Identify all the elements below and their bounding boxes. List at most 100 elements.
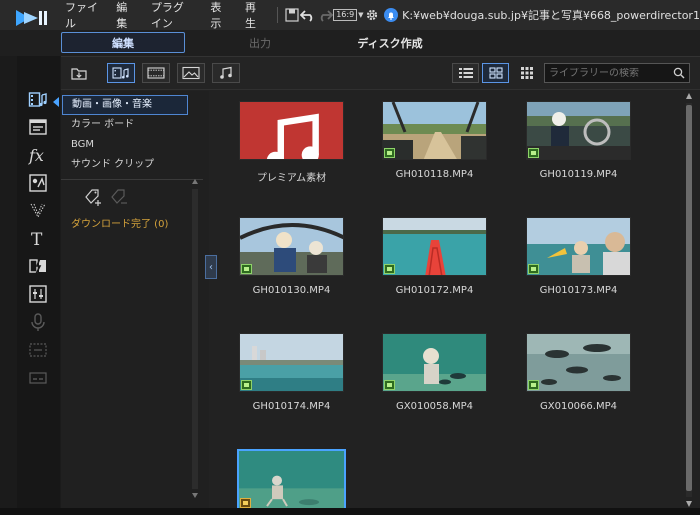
aspect-ratio-value: 16:9 (333, 9, 358, 21)
library-search-box[interactable] (544, 63, 690, 83)
video-clip-icon (528, 148, 539, 158)
menu-view[interactable]: 表示 (201, 0, 236, 31)
video-thumbnail[interactable] (526, 101, 631, 160)
scroll-up-arrow[interactable] (686, 93, 692, 99)
filter-audio-button[interactable] (212, 63, 240, 83)
media-tile[interactable]: GH010130.MP4 (239, 207, 347, 315)
video-thumbnail[interactable] (382, 333, 487, 392)
category-color-board[interactable]: カラー ボード (61, 115, 209, 135)
media-tile[interactable]: GX010058.MP4 (382, 323, 490, 431)
project-path-text: K:¥web¥douga.sub.jp¥記事と写真¥668_powerdirec… (402, 9, 700, 22)
category-media[interactable]: 動画・画像・音楽 (62, 95, 188, 115)
media-tile[interactable]: GH010174.MP4 (239, 323, 347, 431)
undo-icon[interactable] (300, 4, 317, 26)
media-caption: プレミアム素材 (256, 173, 327, 184)
media-caption: GH010119.MP4 (539, 169, 618, 180)
tab-produce[interactable]: 出力 (230, 32, 290, 53)
filter-all-media-button[interactable] (107, 63, 135, 83)
menu-edit[interactable]: 編集 (107, 0, 142, 31)
scroll-down-arrow[interactable] (686, 501, 692, 507)
pip-objects-icon[interactable] (27, 172, 49, 194)
audio-mixer-icon[interactable] (27, 283, 49, 305)
effects-fx-icon[interactable]: fx (27, 144, 49, 166)
svg-text:T: T (31, 230, 43, 248)
media-caption: GH010130.MP4 (252, 285, 331, 296)
menu-playback[interactable]: 再生 (236, 0, 271, 31)
video-thumbnail[interactable] (382, 101, 487, 160)
library-scrollbar[interactable] (685, 91, 693, 509)
video-clip-icon (384, 264, 395, 274)
media-tile[interactable]: shutterstock プレミアム素材 (239, 91, 347, 199)
menu-file[interactable]: ファイル (56, 0, 107, 31)
media-caption: GH010118.MP4 (395, 169, 474, 180)
menu-bar: ファイル 編集 プラグイン 表示 再生 16:9 ▼ K:¥web¥douga.… (0, 0, 700, 30)
media-caption: GH010172.MP4 (395, 285, 474, 296)
text-title-icon[interactable]: T (27, 227, 49, 249)
shutterstock-logo: shutterstock (247, 102, 337, 106)
microphone-icon[interactable] (27, 311, 49, 333)
library-scroll-thumb[interactable] (686, 105, 692, 491)
video-thumbnail[interactable] (526, 217, 631, 276)
particle-icon[interactable] (27, 199, 49, 221)
media-caption: GH010174.MP4 (252, 401, 331, 412)
bottom-edge (0, 508, 700, 515)
library-search-input[interactable] (549, 67, 669, 79)
category-sound-clips[interactable]: サウンド クリップ (61, 155, 209, 175)
chapter-room-icon[interactable] (27, 339, 49, 361)
thumbnail-view-button[interactable] (482, 63, 509, 83)
video-thumbnail[interactable] (239, 333, 344, 392)
media-tile[interactable]: GH010118.MP4 (382, 91, 490, 199)
video-clip-icon (528, 264, 539, 274)
video-thumbnail[interactable] (239, 217, 344, 276)
media-library-panel: 動画・画像・音楽 カラー ボード BGM サウンド クリップ ダウンロード完了 … (61, 56, 700, 511)
add-tag-icon[interactable] (83, 187, 103, 207)
search-icon[interactable] (673, 67, 685, 79)
menu-plugins[interactable]: プラグイン (142, 0, 202, 31)
category-scroll-track[interactable] (192, 189, 198, 489)
category-scrollbar[interactable] (192, 179, 198, 499)
media-room-icon[interactable] (27, 89, 49, 111)
aspect-ratio-select[interactable]: 16:9 ▼ (333, 4, 364, 26)
title-room-icon[interactable] (27, 116, 49, 138)
media-caption: GX010066.MP4 (540, 401, 617, 412)
project-path: K:¥web¥douga.sub.jp¥記事と写真¥668_powerdirec… (384, 7, 700, 23)
media-tile[interactable]: GH010173.MP4 (526, 207, 634, 315)
mode-bar: 編集 出力 ディスク作成 (0, 30, 700, 56)
media-tile[interactable]: GX010066.MP4 (526, 323, 634, 431)
video-clip-icon (528, 380, 539, 390)
media-tile[interactable]: GH010119.MP4 (526, 91, 634, 199)
video-clip-icon (384, 148, 395, 158)
video-thumbnail[interactable] (237, 449, 346, 511)
download-complete-tag[interactable]: ダウンロード完了 (0) (71, 215, 168, 230)
collapse-category-pane-button[interactable]: ‹ (205, 255, 217, 279)
video-thumbnail[interactable] (382, 217, 487, 276)
filter-video-button[interactable] (142, 63, 170, 83)
category-bgm[interactable]: BGM (61, 135, 209, 155)
category-divider (61, 179, 203, 180)
redo-icon[interactable] (317, 4, 334, 26)
scroll-up-arrow[interactable] (192, 179, 198, 184)
media-caption: GH010173.MP4 (539, 285, 618, 296)
save-icon[interactable] (283, 4, 300, 26)
tab-edit[interactable]: 編集 (61, 32, 185, 53)
import-media-button[interactable] (65, 63, 93, 83)
notification-bell-icon[interactable] (384, 8, 399, 22)
svg-text:fx: fx (28, 146, 44, 165)
subtitle-room-icon[interactable] (27, 367, 49, 389)
video-thumbnail[interactable] (526, 333, 631, 392)
video-clip-icon (240, 498, 251, 508)
tab-disc-creation[interactable]: ディスク作成 (350, 32, 430, 53)
category-pane: 動画・画像・音楽 カラー ボード BGM サウンド クリップ ダウンロード完了 … (61, 91, 217, 509)
media-tile[interactable]: GH010172.MP4 (382, 207, 490, 315)
filter-image-button[interactable] (177, 63, 205, 83)
details-view-button[interactable] (452, 63, 479, 83)
scroll-down-arrow[interactable] (192, 493, 198, 498)
shutterstock-media-icons (240, 112, 343, 159)
transition-icon[interactable] (27, 255, 49, 277)
gear-icon[interactable] (364, 4, 381, 26)
remove-tag-icon[interactable] (109, 187, 129, 207)
media-tile-selected[interactable] (237, 439, 346, 511)
active-room-indicator (53, 97, 59, 107)
shutterstock-thumbnail[interactable]: shutterstock (239, 101, 344, 160)
grid-size-icon[interactable] (516, 63, 538, 83)
